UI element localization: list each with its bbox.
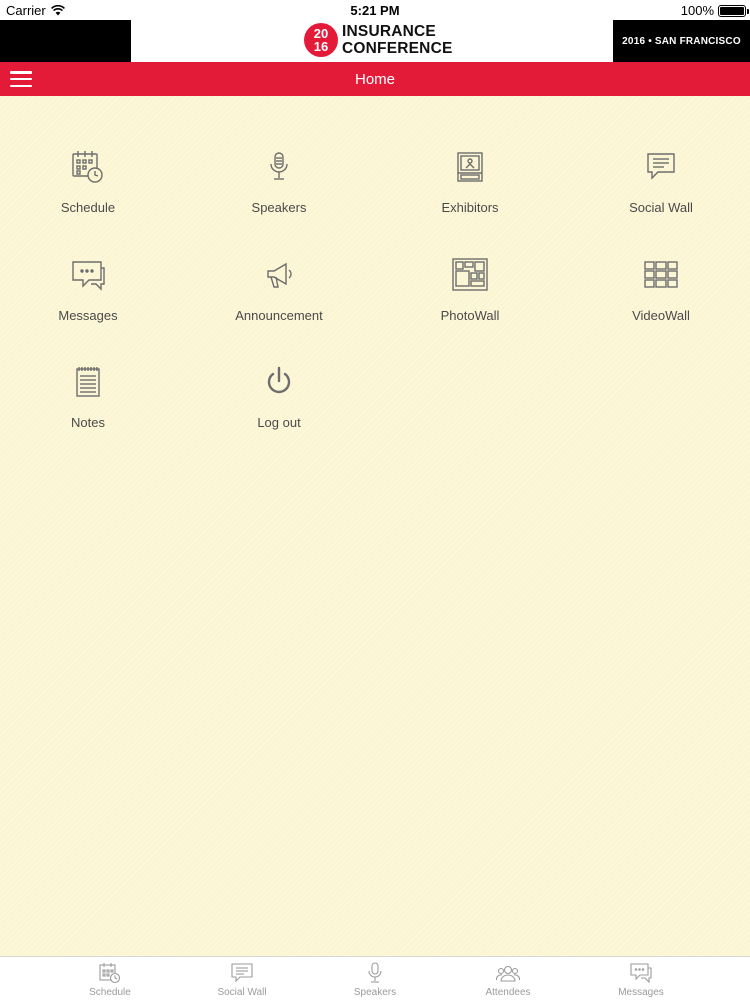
tile-logout[interactable]: Log out [204,363,354,453]
tile-speakers[interactable]: Speakers [204,148,354,238]
logo-year-badge: 20 16 [304,23,338,57]
tile-announcement[interactable]: Announcement [204,256,354,346]
tile-label: Messages [58,308,118,323]
tab-social-wall[interactable]: Social Wall [172,957,312,1000]
tile-social-wall[interactable]: Social Wall [586,148,736,238]
logo-wordmark: INSURANCE CONFERENCE [342,23,453,57]
tile-label: VideoWall [632,308,690,323]
event-banner: 20 16 INSURANCE CONFERENCE 2016 • SAN FR… [0,20,750,62]
video-grid-icon [642,256,680,294]
tile-label: PhotoWall [440,308,500,323]
tile-messages[interactable]: Messages [13,256,163,346]
tab-label: Messages [618,987,664,998]
chat-board-icon [230,962,254,984]
nav-bar: Home [0,62,750,96]
notepad-icon [69,363,107,401]
calendar-clock-icon [98,962,122,984]
battery-percent: 100% [680,3,714,18]
tab-schedule[interactable]: Schedule [40,957,180,1000]
conference-logo: 20 16 INSURANCE CONFERENCE [304,23,453,57]
power-icon [260,363,298,401]
battery-icon [718,4,749,17]
event-info: 2016 • SAN FRANCISCO [613,20,750,62]
tile-label: Speakers [251,200,307,215]
booth-icon [451,148,489,186]
logo-line-2: CONFERENCE [342,40,453,57]
microphone-icon [260,148,298,186]
tab-speakers[interactable]: Speakers [305,957,445,1000]
tab-messages[interactable]: Messages [571,957,711,1000]
speech-bubbles-icon [629,962,653,984]
speech-bubbles-icon [69,256,107,294]
tile-schedule[interactable]: Schedule [13,148,163,238]
page-title: Home [354,71,395,88]
tile-label: Social Wall [629,200,693,215]
people-icon [495,962,521,984]
tile-label: Exhibitors [441,200,499,215]
tile-label: Log out [257,415,301,430]
tile-videowall[interactable]: VideoWall [586,256,736,346]
logo-line-1: INSURANCE [342,23,436,40]
tile-notes[interactable]: Notes [13,363,163,453]
tab-label: Speakers [353,987,397,998]
tab-bar: Schedule Social Wall Speakers Attendees … [0,956,750,1000]
tile-exhibitors[interactable]: Exhibitors [395,148,545,238]
clock: 5:21 PM [350,3,400,18]
chat-board-icon [642,148,680,186]
status-bar: Carrier 5:21 PM 100% [0,0,750,20]
tile-photowall[interactable]: PhotoWall [395,256,545,346]
battery-indicator: 100% [680,3,749,18]
home-grid: Schedule Speakers Exhibitors Social Wall… [0,96,750,956]
tile-label: Notes [71,415,105,430]
tab-attendees[interactable]: Attendees [438,957,578,1000]
tile-label: Announcement [235,308,323,323]
tab-label: Social Wall [217,987,267,998]
tab-label: Schedule [89,987,131,998]
banner-left-block [0,20,131,62]
logo-year-bottom: 16 [313,39,329,54]
calendar-clock-icon [69,148,107,186]
tile-label: Schedule [60,200,116,215]
megaphone-icon [260,256,298,294]
tab-label: Attendees [485,987,531,998]
photo-collage-icon [451,256,489,294]
microphone-icon [363,962,387,984]
